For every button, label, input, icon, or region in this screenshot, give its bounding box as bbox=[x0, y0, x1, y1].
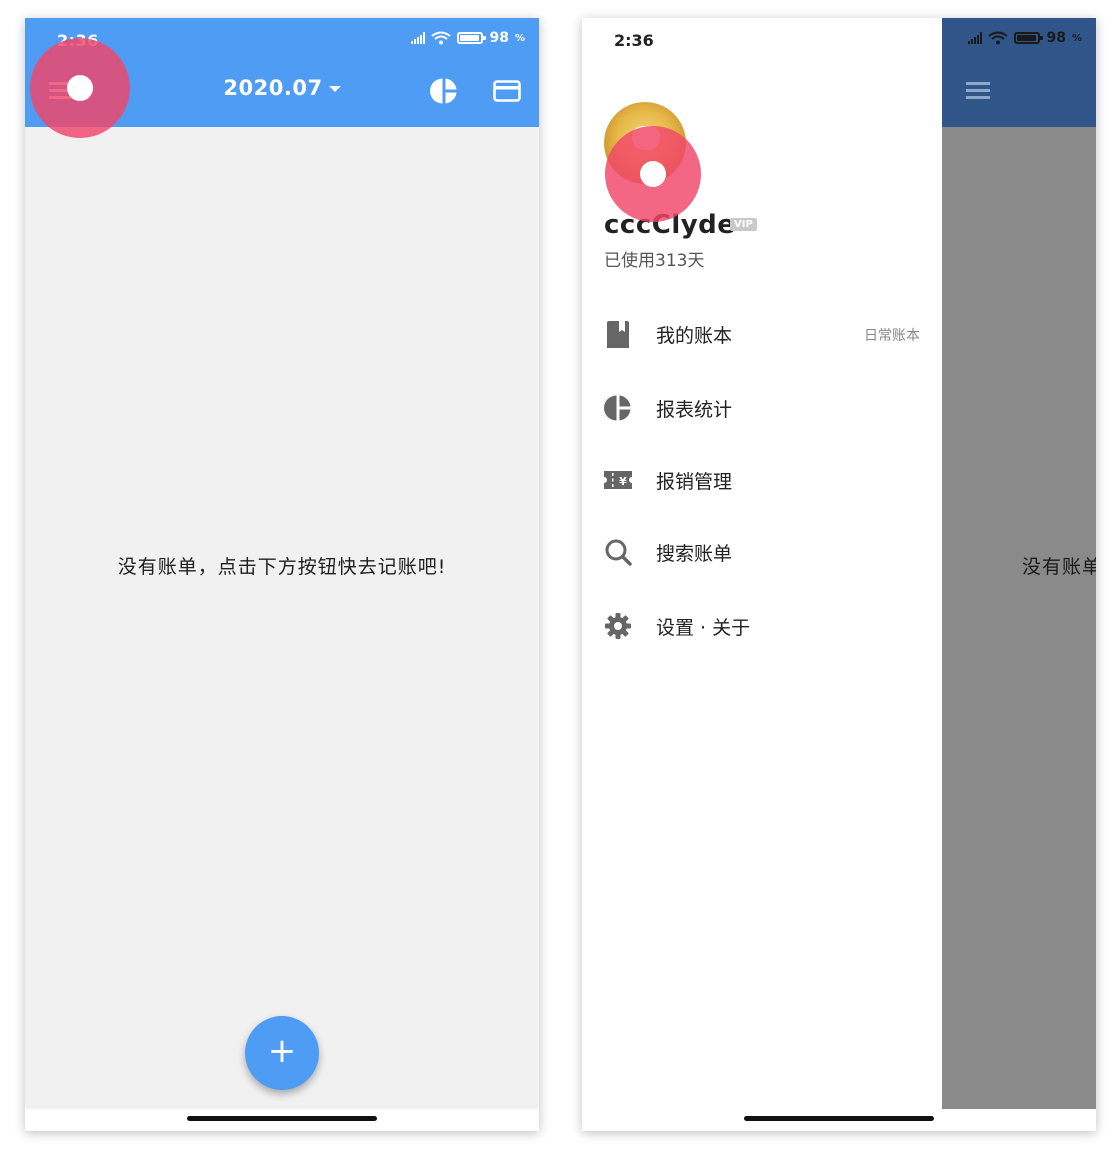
days-used: 已使用313天 bbox=[604, 251, 705, 271]
gear-icon bbox=[605, 613, 631, 639]
drawer-item-settings[interactable]: 设置 · 关于 bbox=[582, 598, 942, 654]
pie-chart-icon[interactable] bbox=[430, 77, 458, 105]
pie-chart-icon bbox=[604, 395, 631, 421]
touch-indicator bbox=[605, 126, 701, 222]
battery-level: 98 bbox=[1046, 30, 1066, 46]
book-icon bbox=[607, 321, 629, 348]
reimburse-ticket-icon: ¥ bbox=[604, 471, 632, 489]
home-indicator[interactable] bbox=[187, 1116, 377, 1121]
status-icons: 98% bbox=[411, 30, 525, 46]
signal-icon bbox=[411, 32, 426, 44]
wifi-icon bbox=[988, 31, 1009, 45]
drawer-item-reimbursement[interactable]: ¥ 报销管理 bbox=[582, 452, 942, 508]
credit-card-icon[interactable] bbox=[493, 80, 521, 102]
status-time: 2:36 bbox=[614, 31, 654, 50]
touch-indicator bbox=[30, 38, 130, 138]
main-screen: 2:36 98% 2020.07 没有账单，点击下方按钮 bbox=[25, 18, 539, 1131]
home-indicator[interactable] bbox=[744, 1116, 934, 1121]
drawer-item-my-books[interactable]: 我的账本 日常账本 bbox=[582, 306, 942, 362]
navigation-bar bbox=[582, 1109, 1096, 1131]
svg-text:¥: ¥ bbox=[619, 475, 627, 488]
caret-down-icon bbox=[328, 86, 341, 92]
drawer-item-search[interactable]: 搜索账单 bbox=[582, 524, 942, 580]
current-book-name: 日常账本 bbox=[864, 328, 920, 344]
battery-level: 98 bbox=[489, 30, 509, 46]
drawer-item-label: 设置 · 关于 bbox=[656, 617, 751, 639]
battery-icon bbox=[457, 32, 487, 44]
drawer-item-label: 我的账本 bbox=[656, 325, 733, 347]
drawer-open-screen: 98% 没有账单 2:36 cccClyde VIP 已使用313天 我的账本 … bbox=[582, 18, 1096, 1131]
navigation-bar bbox=[25, 1109, 539, 1131]
drawer-item-label: 报表统计 bbox=[656, 399, 733, 421]
drawer-item-label: 报销管理 bbox=[656, 471, 733, 493]
empty-state-message: 没有账单，点击下方按钮快去记账吧! bbox=[117, 556, 447, 578]
navigation-drawer: 2:36 cccClyde VIP 已使用313天 我的账本 日常账本 报表统计 bbox=[582, 18, 942, 1131]
menu-icon bbox=[966, 82, 990, 99]
search-icon bbox=[605, 539, 632, 566]
month-label: 2020.07 bbox=[223, 76, 323, 100]
wifi-icon bbox=[431, 31, 452, 45]
add-bill-button[interactable]: + bbox=[245, 1016, 319, 1090]
status-icons: 98% bbox=[968, 30, 1082, 46]
drawer-item-reports[interactable]: 报表统计 bbox=[582, 380, 942, 436]
signal-icon bbox=[968, 32, 983, 44]
battery-icon bbox=[1014, 32, 1044, 44]
drawer-item-label: 搜索账单 bbox=[656, 543, 733, 565]
vip-badge: VIP bbox=[730, 218, 757, 231]
dimmed-empty-message: 没有账单 bbox=[1022, 556, 1096, 578]
